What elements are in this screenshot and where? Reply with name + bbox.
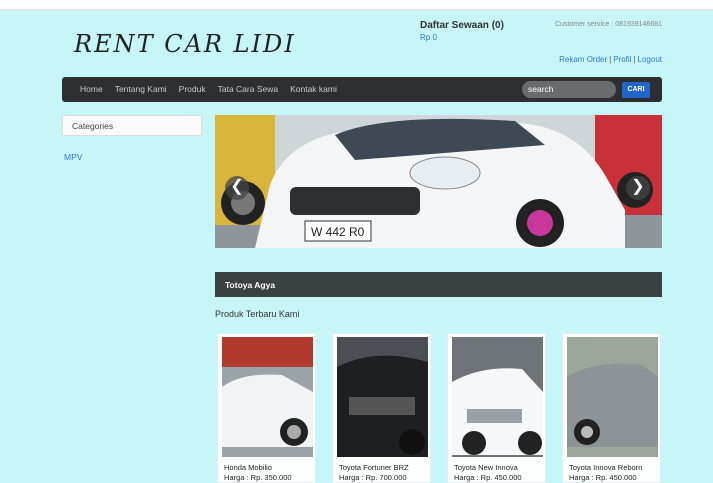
nav-items: Home Tentang Kami Produk Tata Cara Sewa … bbox=[80, 84, 337, 94]
product-image[interactable] bbox=[337, 337, 428, 457]
product-image[interactable] bbox=[222, 337, 313, 457]
product-image[interactable] bbox=[567, 337, 658, 457]
logout-link[interactable]: Logout bbox=[638, 55, 662, 64]
car-photo-honda bbox=[222, 337, 313, 457]
product-card[interactable]: Toyota New Innova Harga : Rp. 450.000 bbox=[447, 333, 546, 483]
link-separator: | bbox=[609, 55, 612, 64]
account-links: Rekam Order | Profil | Logout bbox=[559, 55, 662, 64]
car-photo-innova-reborn bbox=[567, 337, 658, 457]
nav-item-home[interactable]: Home bbox=[80, 84, 103, 94]
top-strip-border bbox=[0, 9, 713, 11]
nav-item-products[interactable]: Produk bbox=[179, 84, 206, 94]
product-name[interactable]: Toyota New Innova bbox=[454, 463, 518, 472]
plate-text: W 442 R0 bbox=[311, 225, 365, 239]
site-logo[interactable]: RENT CAR LIDI bbox=[74, 30, 296, 58]
nav-item-contact[interactable]: Kontak kami bbox=[290, 84, 337, 94]
car-photo-fortuner bbox=[337, 337, 428, 457]
latest-products-heading: Produk Terbaru Kami bbox=[215, 309, 300, 319]
slider-next-button[interactable]: ❯ bbox=[626, 176, 650, 200]
product-card[interactable]: Toyota Fortuner BRZ Harga : Rp. 700.000 bbox=[332, 333, 431, 483]
product-name[interactable]: Honda Mobilio bbox=[224, 463, 272, 472]
cart-amount: Rp 0 bbox=[420, 33, 437, 42]
slider-prev-button[interactable]: ❮ bbox=[225, 176, 249, 200]
search-button[interactable]: CARI bbox=[622, 82, 650, 98]
car-photo-new-innova bbox=[452, 337, 543, 457]
customer-service-text: Customer service : 081939146681 bbox=[554, 21, 662, 28]
cart-title-link[interactable]: Daftar Sewaan (0) bbox=[420, 20, 504, 31]
profile-link[interactable]: Profil bbox=[613, 55, 631, 64]
main-navbar: Home Tentang Kami Produk Tata Cara Sewa … bbox=[62, 77, 662, 102]
product-image[interactable] bbox=[452, 337, 543, 457]
top-strip bbox=[0, 0, 713, 9]
section-title: Totoya Agya bbox=[215, 272, 662, 297]
product-name[interactable]: Toyota Innova Reborn bbox=[569, 463, 642, 472]
nav-item-how-to-rent[interactable]: Tata Cara Sewa bbox=[218, 84, 278, 94]
categories-header: Categories bbox=[62, 115, 202, 136]
product-name[interactable]: Toyota Fortuner BRZ bbox=[339, 463, 409, 472]
hero-car-image: W 442 R0 bbox=[215, 115, 662, 248]
order-history-link[interactable]: Rekam Order bbox=[559, 55, 607, 64]
link-separator: | bbox=[633, 55, 636, 64]
product-card[interactable]: Honda Mobilio Harga : Rp. 350.000 bbox=[217, 333, 316, 483]
search-input[interactable]: search bbox=[522, 81, 616, 98]
category-link-mpv[interactable]: MPV bbox=[64, 152, 82, 162]
nav-item-about[interactable]: Tentang Kami bbox=[115, 84, 167, 94]
hero-slider: W 442 R0 bbox=[215, 115, 662, 248]
product-card[interactable]: Toyota Innova Reborn Harga : Rp. 450.000 bbox=[562, 333, 661, 483]
